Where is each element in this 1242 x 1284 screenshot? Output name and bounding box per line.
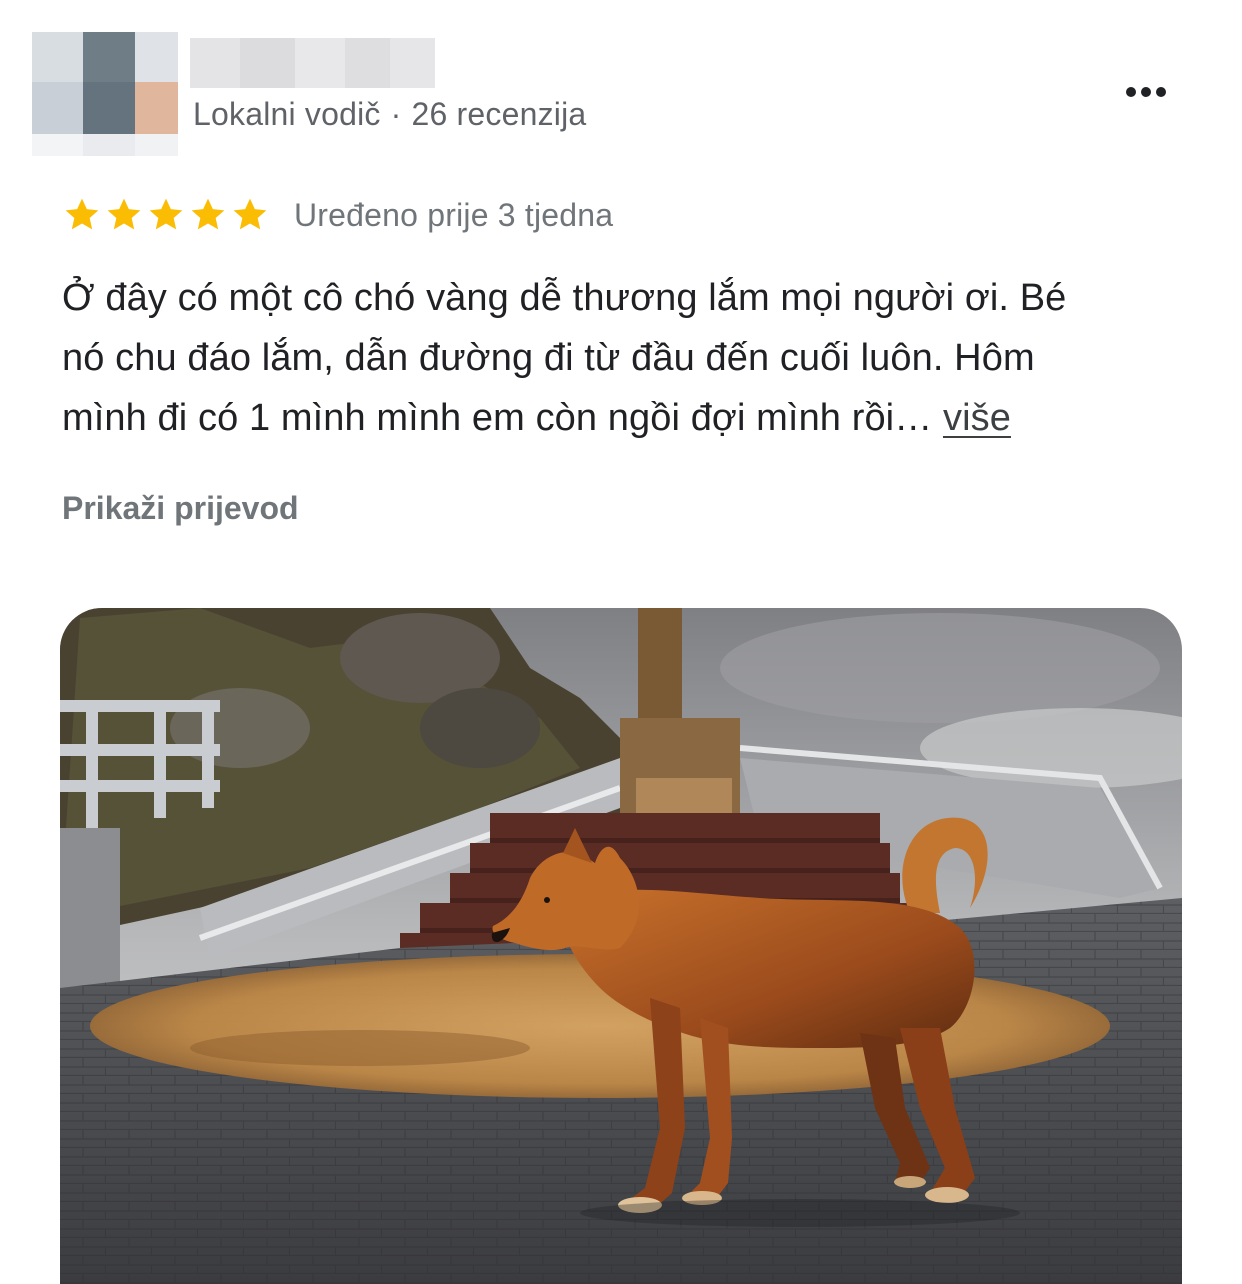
- show-translation-button[interactable]: Prikaži prijevod: [62, 490, 299, 527]
- edited-timestamp: Uređeno prije 3 tjedna: [294, 196, 614, 233]
- avatar-pixel: [135, 32, 178, 82]
- avatar-pixel: [83, 134, 135, 156]
- name-blur-block: [345, 38, 390, 88]
- avatar-pixel: [32, 82, 83, 134]
- review-line-text: mình đi có 1 mình mình em còn ngồi đợi m…: [62, 397, 943, 439]
- avatar-pixel: [135, 134, 178, 156]
- review-text: Ở đây có một cô chó vàng dễ thương lắm m…: [62, 268, 1192, 448]
- review-line: nó chu đáo lắm, dẫn đường đi từ đầu đến …: [62, 337, 1035, 379]
- reviewer-role: Lokalni vodič: [193, 96, 381, 132]
- avatar-pixel: [83, 32, 135, 82]
- review-line: Ở đây có một cô chó vàng dễ thương lắm m…: [62, 277, 1067, 319]
- review-count: 26 recenzija: [411, 96, 587, 132]
- more-options-button[interactable]: [1110, 72, 1182, 112]
- name-blur-block: [190, 38, 240, 88]
- star-icon: [188, 195, 228, 235]
- name-blur-block: [390, 38, 435, 88]
- review-photo[interactable]: [60, 608, 1182, 1284]
- star-icon: [146, 195, 186, 235]
- review-card: Lokalni vodič · 26 recenzija Uređeno prije…: [0, 0, 1242, 1284]
- dog-photo-illustration: [60, 608, 1182, 1284]
- star-icon: [230, 195, 270, 235]
- avatar[interactable]: [32, 32, 178, 156]
- more-horizontal-icon: [1126, 87, 1166, 97]
- name-blur-block: [240, 38, 295, 88]
- star-icon: [62, 195, 102, 235]
- review-line: mình đi có 1 mình mình em còn ngồi đợi m…: [62, 388, 1192, 448]
- rating-row: Uređeno prije 3 tjedna: [62, 192, 613, 238]
- read-more-link[interactable]: više: [943, 397, 1011, 439]
- separator-dot: ·: [390, 96, 402, 132]
- star-rating: [62, 195, 270, 235]
- star-icon: [104, 195, 144, 235]
- reviewer-subtitle: Lokalni vodič · 26 recenzija: [193, 96, 586, 133]
- reviewer-name-redacted[interactable]: [190, 38, 435, 88]
- avatar-pixel: [32, 32, 83, 82]
- avatar-pixel: [135, 82, 178, 134]
- avatar-pixel: [32, 134, 83, 156]
- avatar-pixel: [83, 82, 135, 134]
- name-blur-block: [295, 38, 345, 88]
